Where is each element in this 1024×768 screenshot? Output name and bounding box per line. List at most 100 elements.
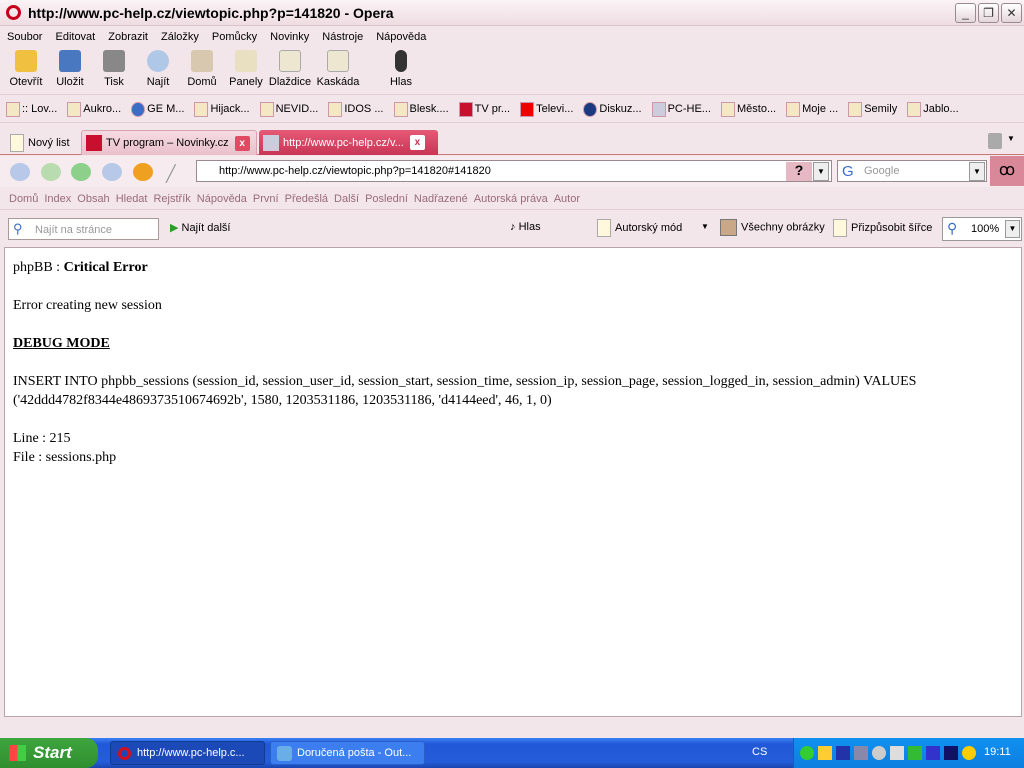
bookmark[interactable]: PC-HE... <box>651 101 711 117</box>
bookmark[interactable]: IDOS ... <box>328 101 384 117</box>
tray-icon[interactable] <box>818 746 832 760</box>
menu-pomucky[interactable]: Pomůcky <box>212 27 257 47</box>
rewind-icon[interactable] <box>10 163 30 181</box>
bookmark[interactable]: Hijack... <box>194 101 250 117</box>
menu-editovat[interactable]: Editovat <box>55 27 95 47</box>
nav-link[interactable]: Index <box>44 193 71 205</box>
menu-zalozky[interactable]: Záložky <box>161 27 199 47</box>
forward-icon[interactable] <box>71 163 91 181</box>
minimize-button[interactable]: _ <box>955 3 976 23</box>
tray-icon[interactable] <box>926 746 940 760</box>
tray-icon[interactable] <box>908 746 922 760</box>
tile-button[interactable]: Dlaždice <box>268 47 312 94</box>
menu-napoveda[interactable]: Nápověda <box>376 27 426 47</box>
search-dropdown[interactable]: ▼ <box>969 162 985 181</box>
bookmark[interactable]: Semily <box>848 101 897 117</box>
print-button[interactable]: Tisk <box>92 47 136 94</box>
tray-icon[interactable] <box>872 746 886 760</box>
nav-link[interactable]: První <box>253 193 279 205</box>
zoom-select[interactable]: ⚲ 100% ▼ <box>942 217 1022 241</box>
nav-link[interactable]: Další <box>334 193 359 205</box>
bookmark-icon <box>907 101 922 117</box>
cascade-button[interactable]: Kaskáda <box>312 47 364 94</box>
voice-button[interactable]: Hlas <box>379 47 423 94</box>
close-tab-icon[interactable]: x <box>234 135 250 151</box>
page-content: phpBB : Critical Error Error creating ne… <box>4 247 1022 717</box>
open-button[interactable]: Otevřít <box>4 47 48 94</box>
tray-icon[interactable] <box>800 746 814 760</box>
nav-link[interactable]: Obsah <box>77 193 109 205</box>
find-in-page-input[interactable]: ⚲ Najít na stránce <box>8 218 159 240</box>
nav-link[interactable]: Domů <box>9 193 38 205</box>
opera-link-icon[interactable]: ꝏ <box>990 156 1024 186</box>
nav-link[interactable]: Nadřazené <box>414 193 468 205</box>
nav-link[interactable]: Autorská práva <box>474 193 548 205</box>
google-icon: G <box>842 163 854 180</box>
trash-dropdown[interactable]: ▼ <box>1007 134 1015 143</box>
voice-icon <box>395 50 407 72</box>
nav-link[interactable]: Hledat <box>116 193 148 205</box>
bookmark[interactable]: Televi... <box>520 101 573 117</box>
tab-tv-program[interactable]: TV program – Novinky.cz x <box>81 130 257 155</box>
error-file: File : sessions.php <box>13 450 117 465</box>
author-mode-button[interactable]: Autorský mód <box>597 219 682 237</box>
nav-link[interactable]: Autor <box>554 193 580 205</box>
bookmark[interactable]: GE M... <box>131 101 184 117</box>
bookmark[interactable]: Jablo... <box>907 101 959 117</box>
nav-link[interactable]: Nápověda <box>197 193 247 205</box>
tray-icon[interactable] <box>944 746 958 760</box>
save-button[interactable]: Uložit <box>48 47 92 94</box>
debug-heading: DEBUG MODE <box>13 336 110 351</box>
tab-pc-help[interactable]: http://www.pc-help.cz/v... x <box>259 130 438 155</box>
network-icon[interactable] <box>854 746 868 760</box>
bookmark-icon <box>328 101 343 117</box>
language-indicator[interactable]: CS <box>752 746 767 758</box>
shield-icon[interactable] <box>836 746 850 760</box>
new-tab-button[interactable]: Nový list <box>6 130 74 155</box>
bookmark[interactable]: Diskuz... <box>583 101 642 117</box>
image-icon <box>720 219 737 236</box>
trash-icon[interactable] <box>988 133 1002 149</box>
menu-soubor[interactable]: Soubor <box>7 27 42 47</box>
start-button[interactable]: Start <box>0 738 98 768</box>
menu-nastroje[interactable]: Nástroje <box>322 27 363 47</box>
tray-icon[interactable] <box>962 746 976 760</box>
all-images-button[interactable]: Všechny obrázky <box>720 219 825 236</box>
search-input[interactable]: G Google <box>837 160 987 182</box>
menu-novinky[interactable]: Novinky <box>270 27 309 47</box>
voice-button[interactable]: ♪ Hlas <box>510 221 541 233</box>
address-dropdown[interactable]: ▼ <box>813 162 829 181</box>
address-input[interactable]: http://www.pc-help.cz/viewtopic.php?p=14… <box>196 160 832 182</box>
find-button[interactable]: Najít <box>136 47 180 94</box>
nav-link[interactable]: Předešlá <box>285 193 328 205</box>
reload-icon[interactable] <box>133 163 153 181</box>
nav-link[interactable]: Poslední <box>365 193 408 205</box>
author-mode-dropdown[interactable]: ▼ <box>701 222 709 231</box>
bookmark[interactable]: TV pr... <box>458 101 510 117</box>
taskbar-outlook[interactable]: Doručená pošta - Out... <box>270 741 425 765</box>
close-button[interactable]: ✕ <box>1001 3 1022 23</box>
tray-icon[interactable] <box>890 746 904 760</box>
find-next-button[interactable]: ▶ Najít další <box>170 221 230 234</box>
close-tab-icon[interactable]: x <box>409 135 425 150</box>
nav-link[interactable]: Rejstřík <box>153 193 190 205</box>
fast-forward-icon[interactable] <box>102 163 122 181</box>
bookmark[interactable]: Město... <box>720 101 776 117</box>
bookmark[interactable]: Aukro... <box>67 101 121 117</box>
menu-zobrazit[interactable]: Zobrazit <box>108 27 148 47</box>
ge-icon <box>131 101 146 117</box>
restore-button[interactable]: ❐ <box>978 3 999 23</box>
taskbar-opera[interactable]: http://www.pc-help.c... <box>110 741 265 765</box>
back-icon[interactable] <box>41 163 61 181</box>
home-button[interactable]: Domů <box>180 47 224 94</box>
edit-icon[interactable]: ╱ <box>166 164 176 184</box>
panels-button[interactable]: Panely <box>224 47 268 94</box>
page-icon <box>597 219 611 237</box>
bookmark[interactable]: Blesk.... <box>393 101 449 117</box>
bookmark[interactable]: :: Lov... <box>6 101 57 117</box>
fit-width-button[interactable]: Přizpůsobit šířce <box>833 219 932 237</box>
bookmark[interactable]: Moje ... <box>786 101 838 117</box>
site-info-icon[interactable]: ? <box>786 162 812 181</box>
zoom-dropdown[interactable]: ▼ <box>1005 220 1020 238</box>
bookmark[interactable]: NEVID... <box>259 101 318 117</box>
